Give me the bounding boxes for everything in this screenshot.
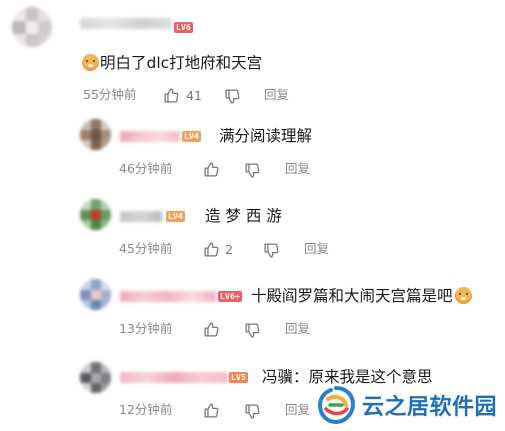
comment-body: 明白了dlc打地府和天宫 (100, 54, 263, 72)
like-button[interactable] (203, 320, 220, 338)
avatar[interactable] (12, 7, 52, 47)
comment-1: LV6 明白了dlc打地府和天宫 55分钟前 41 回复 (0, 0, 505, 110)
thumbs-down-icon (245, 322, 260, 338)
username-blurred[interactable] (80, 18, 172, 29)
thumbs-down-icon (264, 242, 279, 258)
timestamp: 45分钟前 (119, 241, 173, 256)
comment-text: 明白了dlc打地府和天宫 (82, 53, 262, 73)
like-button[interactable]: 41 (163, 86, 202, 104)
reply-button[interactable]: 回复 (285, 161, 310, 177)
reply-button[interactable]: 回复 (285, 321, 310, 337)
avatar[interactable] (80, 362, 111, 393)
username-blurred[interactable] (120, 131, 180, 142)
timestamp: 55分钟前 (83, 87, 137, 102)
like-count: 2 (225, 241, 233, 257)
thumbs-down-icon (225, 88, 240, 104)
dislike-button[interactable] (244, 321, 261, 339)
reply-button[interactable]: 回复 (285, 402, 310, 418)
thumbs-up-icon (204, 321, 219, 337)
like-button[interactable] (203, 160, 220, 178)
watermark-text: 云之居软件园 (362, 395, 498, 420)
thumbs-up-icon (164, 87, 179, 103)
like-button[interactable] (203, 401, 220, 419)
level-badge: LV6+ (218, 291, 243, 302)
avatar[interactable] (80, 279, 111, 310)
timestamp: 46分钟前 (119, 161, 173, 176)
dislike-button[interactable] (244, 161, 261, 179)
watermark: 云之居软件园 (316, 384, 505, 426)
dislike-button[interactable] (244, 402, 261, 420)
comment-text: 十殿阎罗篇和大闹天宫篇是吧 (251, 286, 473, 306)
doge-emoji-icon (82, 54, 99, 71)
thumbs-down-icon (245, 162, 260, 178)
like-count: 41 (186, 87, 202, 103)
username-blurred[interactable] (120, 291, 216, 302)
comment-2: LV4 满分阅读理解 46分钟前 回复 (0, 110, 505, 190)
level-badge: LV5 (229, 372, 249, 383)
comment-body: 十殿阎罗篇和大闹天宫篇是吧 (251, 287, 453, 305)
reply-button[interactable]: 回复 (264, 87, 289, 103)
comment-text: 造 梦 西 游 (205, 207, 282, 225)
dislike-button[interactable] (263, 241, 280, 259)
level-badge: LV6 (174, 22, 194, 33)
doge-emoji-icon (454, 287, 472, 304)
avatar[interactable] (80, 119, 111, 150)
thumbs-up-icon (204, 241, 219, 257)
dislike-button[interactable] (224, 87, 241, 105)
thumbs-down-icon (245, 403, 260, 419)
level-badge: LV4 (166, 211, 186, 222)
watermark-logo-icon (317, 386, 356, 425)
comment-4: LV6+ 十殿阎罗篇和大闹天宫篇是吧 13分钟前 回复 (0, 270, 505, 350)
comment-text: 满分阅读理解 (219, 127, 313, 145)
username-blurred[interactable] (120, 372, 228, 383)
thumbs-up-icon (204, 161, 219, 177)
timestamp: 13分钟前 (119, 321, 173, 336)
reply-button[interactable]: 回复 (304, 241, 329, 257)
username-blurred[interactable] (120, 211, 162, 222)
timestamp: 12分钟前 (119, 402, 173, 417)
comment-3: LV4 造 梦 西 游 45分钟前 2 回复 (0, 190, 505, 270)
level-badge: LV4 (182, 131, 202, 142)
like-button[interactable]: 2 (203, 240, 233, 258)
thumbs-up-icon (204, 402, 219, 418)
avatar[interactable] (80, 199, 111, 230)
